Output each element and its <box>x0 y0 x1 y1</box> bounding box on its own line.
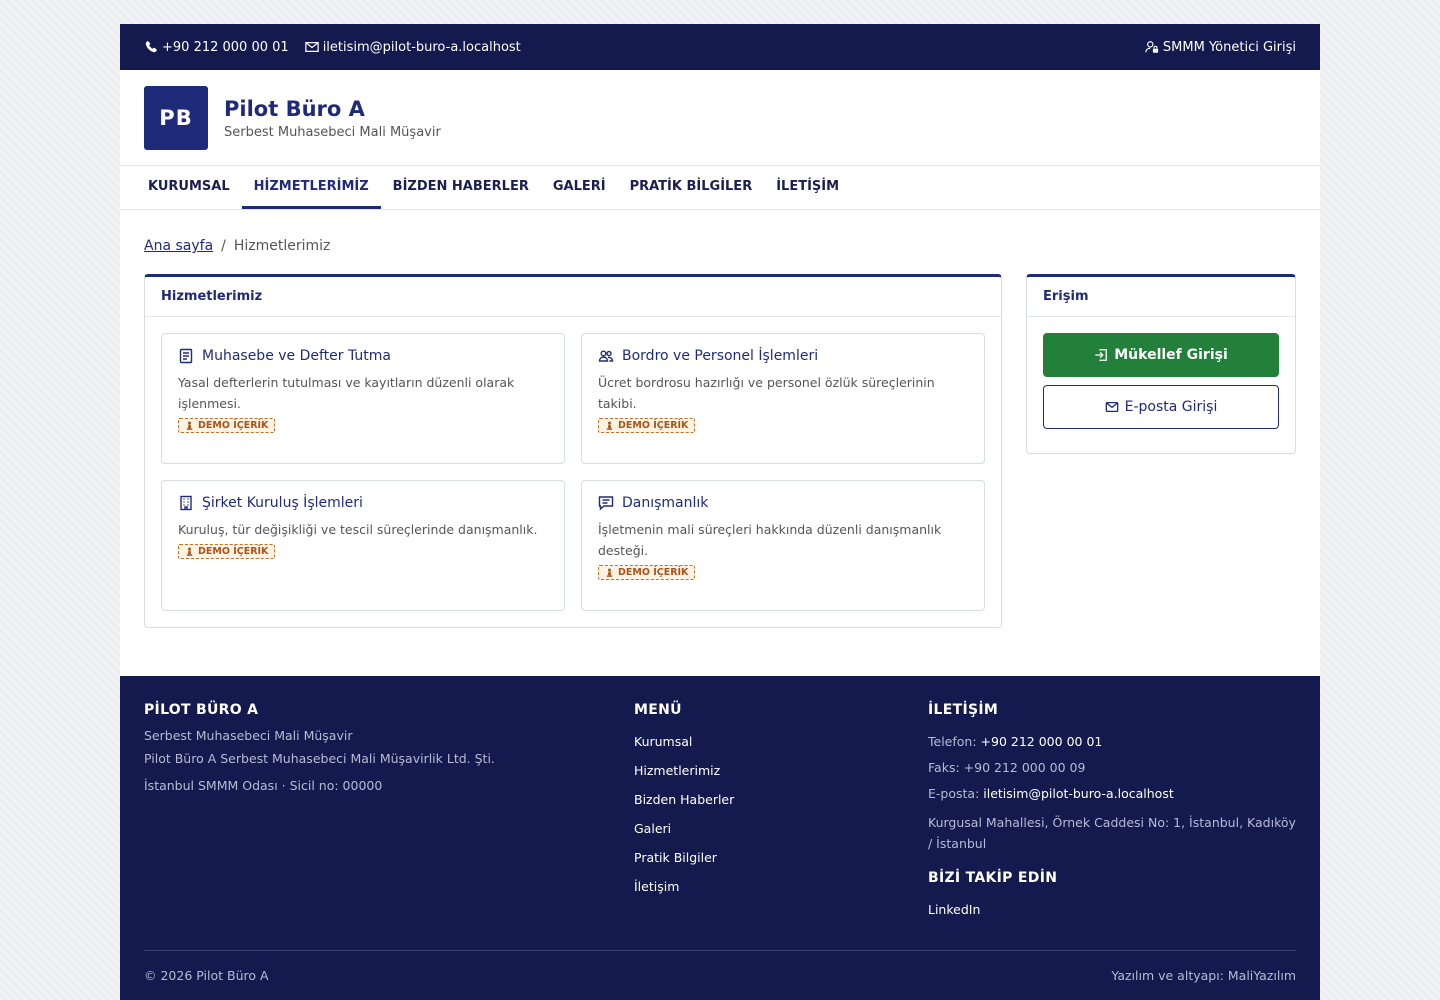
service-card-title: Muhasebe ve Defter Tutma <box>202 348 391 364</box>
ledger-icon <box>179 348 193 364</box>
services-panel-title: Hizmetlerimiz <box>145 277 1001 317</box>
footer-fax: Faks: +90 212 000 00 09 <box>928 760 1086 775</box>
main-nav: KURUMSAL HİZMETLERİMİZ BİZDEN HABERLER G… <box>120 166 1320 210</box>
footer-menu: MENÜ Kurumsal Hizmetlerimiz Bizden Haber… <box>634 702 894 894</box>
nav-pratik-bilgiler[interactable]: PRATİK BİLGİLER <box>618 166 765 209</box>
site-header: PB Pilot Büro A Serbest Muhasebeci Mali … <box>120 70 1320 166</box>
footer-link-pratik-bilgiler[interactable]: Pratik Bilgiler <box>634 850 894 865</box>
nav-galeri[interactable]: GALERİ <box>541 166 618 209</box>
service-card-title: Danışmanlık <box>622 495 709 511</box>
service-card-desc: Ücret bordrosu hazırlığı ve personel özl… <box>598 375 935 411</box>
demo-badge: DEMO İÇERİK <box>178 544 276 559</box>
nav-bizden-haberler[interactable]: BİZDEN HABERLER <box>381 166 541 209</box>
services-panel: Hizmetlerimiz Muhasebe ve Defter Tutma Y… <box>144 274 1002 628</box>
footer-phone-line: Telefon: +90 212 000 00 01 <box>928 734 1103 749</box>
pawn-icon <box>186 547 193 556</box>
topbar-email: iletisim@pilot-buro-a.localhost <box>322 39 521 55</box>
access-panel: Erişim Mükellef Girişi E-posta Girişi <box>1026 274 1296 454</box>
envelope-icon <box>304 42 319 52</box>
email-login-button[interactable]: E-posta Girişi <box>1043 385 1279 429</box>
footer-brand-title: PİLOT BÜRO A <box>144 702 259 718</box>
site-name[interactable]: Pilot Büro A <box>224 96 441 122</box>
page: +90 212 000 00 01 iletisim@pilot-buro-a.… <box>120 24 1320 1000</box>
pawn-icon <box>606 568 613 577</box>
footer-link-bizden-haberler[interactable]: Bizden Haberler <box>634 792 894 807</box>
topbar-email-link[interactable]: iletisim@pilot-buro-a.localhost <box>304 39 521 55</box>
admin-login-label: SMMM Yönetici Girişi <box>1162 39 1296 55</box>
envelope-icon <box>1105 401 1118 413</box>
sign-in-icon <box>1095 349 1108 361</box>
admin-login-link[interactable]: SMMM Yönetici Girişi <box>1145 40 1296 55</box>
service-card-title: Şirket Kuruluş İşlemleri <box>202 495 363 511</box>
copyright: © 2026 Pilot Büro A <box>144 968 269 983</box>
service-card[interactable]: Danışmanlık İşletmenin mali süreçleri ha… <box>581 480 985 611</box>
top-bar: +90 212 000 00 01 iletisim@pilot-buro-a.… <box>120 24 1320 70</box>
footer-link-hizmetlerimiz[interactable]: Hizmetlerimiz <box>634 763 894 778</box>
logo[interactable]: PB <box>144 85 208 150</box>
people-icon <box>598 350 614 362</box>
powered-by-link[interactable]: Yazılım ve altyapı: MaliYazılım <box>1111 968 1296 983</box>
breadcrumb-separator: / <box>221 238 226 254</box>
footer-link-kurumsal[interactable]: Kurumsal <box>634 734 894 749</box>
nav-iletisim[interactable]: İLETİŞİM <box>764 166 851 209</box>
footer-chamber: İstanbul SMMM Odası · Sicil no: 00000 <box>144 778 383 793</box>
phone-icon <box>145 41 157 53</box>
service-card-desc: Yasal defterlerin tutulması ve kayıtları… <box>178 375 515 411</box>
topbar-phone: +90 212 000 00 01 <box>162 39 289 55</box>
footer-email-line: E-posta: iletisim@pilot-buro-a.localhost <box>928 786 1174 801</box>
nav-kurumsal[interactable]: KURUMSAL <box>136 166 242 209</box>
pawn-icon <box>606 421 613 430</box>
nav-hizmetlerimiz[interactable]: HİZMETLERİMİZ <box>241 166 381 209</box>
demo-badge: DEMO İÇERİK <box>598 565 696 580</box>
building-icon <box>180 495 192 511</box>
footer-address: Kurgusal Mahallesi, Örnek Caddesi No: 1,… <box>928 815 1296 851</box>
demo-badge: DEMO İÇERİK <box>178 418 276 433</box>
footer-divider <box>144 950 1296 951</box>
taxpayer-login-button[interactable]: Mükellef Girişi <box>1043 333 1279 377</box>
chat-icon <box>598 496 614 511</box>
service-card-desc: Kuruluş, tür değişikliği ve tescil süreç… <box>178 522 538 537</box>
footer-contact: İLETİŞİM Telefon: +90 212 000 00 01 Faks… <box>928 702 1300 917</box>
breadcrumb-home[interactable]: Ana sayfa <box>144 238 213 254</box>
footer-brand-sub: Serbest Muhasebeci Mali Müşavir <box>144 728 353 743</box>
service-card[interactable]: Muhasebe ve Defter Tutma Yasal defterler… <box>161 333 565 464</box>
access-panel-title: Erişim <box>1027 277 1295 317</box>
footer-company: Pilot Büro A Serbest Muhasebeci Mali Müş… <box>144 751 495 766</box>
linkedin-link[interactable]: LinkedIn <box>928 902 1300 917</box>
brand: Pilot Büro A Serbest Muhasebeci Mali Müş… <box>224 96 441 140</box>
footer-menu-title: MENÜ <box>634 702 682 718</box>
site-subtitle: Serbest Muhasebeci Mali Müşavir <box>224 124 441 140</box>
footer-contact-title: İLETİŞİM <box>928 702 999 718</box>
footer-brand: PİLOT BÜRO A Serbest Muhasebeci Mali Müş… <box>144 702 604 793</box>
service-card-title: Bordro ve Personel İşlemleri <box>622 348 819 364</box>
footer-link-iletisim[interactable]: İletişim <box>634 879 894 894</box>
service-card[interactable]: Şirket Kuruluş İşlemleri Kuruluş, tür de… <box>161 480 565 611</box>
footer-bottom: © 2026 Pilot Büro A Yazılım ve altyapı: … <box>144 968 1296 983</box>
pawn-icon <box>186 421 193 430</box>
footer-phone-link[interactable]: +90 212 000 00 01 <box>981 734 1103 749</box>
topbar-phone-link[interactable]: +90 212 000 00 01 <box>144 40 289 55</box>
demo-badge: DEMO İÇERİK <box>598 418 696 433</box>
breadcrumb: Ana sayfa / Hizmetlerimiz <box>144 238 330 254</box>
breadcrumb-current: Hizmetlerimiz <box>233 238 331 254</box>
footer-email-link[interactable]: iletisim@pilot-buro-a.localhost <box>983 786 1173 801</box>
footer-link-galeri[interactable]: Galeri <box>634 821 894 836</box>
footer-follow-title: BİZİ TAKİP EDİN <box>928 870 1058 886</box>
site-footer: PİLOT BÜRO A Serbest Muhasebeci Mali Müş… <box>120 676 1320 1000</box>
service-card-desc: İşletmenin mali süreçleri hakkında düzen… <box>598 522 942 558</box>
user-lock-icon <box>1145 41 1159 53</box>
service-card[interactable]: Bordro ve Personel İşlemleri Ücret bordr… <box>581 333 985 464</box>
